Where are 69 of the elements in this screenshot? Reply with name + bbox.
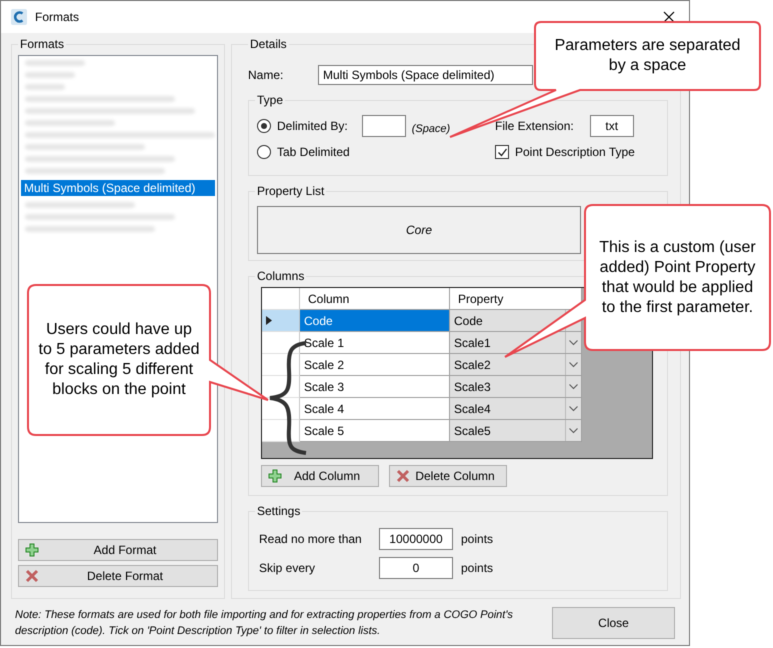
column-header[interactable]: Property [450, 288, 582, 310]
table-cell[interactable]: Scale 3 [300, 376, 450, 398]
setting-label: Skip every [258, 560, 316, 574]
file-extension-field[interactable]: txt [590, 115, 634, 137]
delete-column-button[interactable]: Delete Column [389, 465, 507, 487]
x-icon [25, 569, 39, 583]
window-title: Formats [35, 10, 80, 24]
file-extension-label: File Extension: [495, 119, 574, 133]
property-dropdown[interactable]: Scale4 [450, 398, 582, 420]
blurred-text [25, 72, 75, 78]
delimiter-hint: (Space) [412, 123, 450, 135]
setting-label: Read no more than [258, 532, 363, 546]
column-header[interactable]: Column [300, 288, 450, 310]
radio-label: Delimited By: [277, 119, 348, 133]
group-title: Columns [256, 269, 306, 283]
note-text: Note: These formats are used for both file importing and for extracting properties from a COGO Point's description (code). Tick on 'Point Description Type' to filter in selection lists. [15, 608, 514, 639]
row-header[interactable] [262, 354, 300, 376]
add-format-button[interactable]: Add Format [18, 539, 218, 561]
group-title: Details [249, 37, 288, 51]
table-cell[interactable]: Scale 5 [300, 420, 450, 442]
number-field[interactable]: 0 [379, 556, 453, 578]
curly-brace-icon [268, 341, 306, 455]
grid-corner [262, 288, 300, 310]
radio-button[interactable] [257, 119, 271, 133]
plus-icon [25, 543, 39, 557]
row-header[interactable] [262, 310, 300, 332]
blurred-text [25, 84, 65, 90]
delimiter-field[interactable] [362, 115, 406, 137]
table-cell[interactable]: Code [300, 310, 450, 332]
callout-text: This is a custom (user added) Point Property that would be applied to the first parameter. [598, 238, 757, 318]
name-label: Name: [248, 68, 284, 82]
chevron-down-icon [569, 340, 578, 346]
name-field[interactable]: Multi Symbols (Space delimited) [318, 65, 533, 85]
group-title: Settings [256, 504, 302, 518]
number-field[interactable]: 10000000 [379, 528, 453, 550]
row-pointer-icon [266, 316, 272, 325]
close-icon[interactable] [663, 11, 675, 23]
chevron-down-icon [569, 362, 578, 368]
unit-label: points [461, 560, 494, 574]
unit-label: points [461, 532, 494, 546]
property-dropdown[interactable]: Scale3 [450, 376, 582, 398]
group-title: Property List [256, 184, 326, 198]
delete-format-button[interactable]: Delete Format [18, 565, 218, 587]
group-title: Type [256, 93, 284, 107]
chevron-down-icon [569, 428, 578, 434]
callout-text: Parameters are separated by a space [554, 36, 742, 76]
group-title: Formats [19, 37, 66, 51]
radio-button[interactable] [257, 145, 271, 159]
property-dropdown[interactable]: Scale1 [450, 332, 582, 354]
callout-text: Users could have up to 5 parameters added for scaling 5 different blocks on the point [38, 320, 200, 400]
x-icon [396, 469, 410, 483]
list-item[interactable]: Multi Symbols (Space delimited) [21, 180, 215, 196]
add-column-button[interactable]: Add Column [261, 465, 379, 487]
table-cell[interactable]: Scale 2 [300, 354, 450, 376]
table-cell[interactable]: Scale 4 [300, 398, 450, 420]
plus-icon [268, 469, 282, 483]
property-dropdown[interactable]: Scale5 [450, 420, 582, 442]
chevron-down-icon [569, 406, 578, 412]
app-logo-icon [11, 9, 27, 25]
checkbox-label: Point Description Type [515, 145, 635, 159]
checkbox[interactable] [495, 145, 509, 159]
chevron-down-icon [569, 384, 578, 390]
blurred-text [25, 60, 85, 66]
property-list-box[interactable]: Core [257, 206, 581, 254]
close-button[interactable]: Close [552, 607, 675, 639]
property-dropdown[interactable]: Scale2 [450, 354, 582, 376]
table-cell[interactable]: Scale 1 [300, 332, 450, 354]
radio-label: Tab Delimited [277, 145, 350, 159]
row-header[interactable] [262, 332, 300, 354]
